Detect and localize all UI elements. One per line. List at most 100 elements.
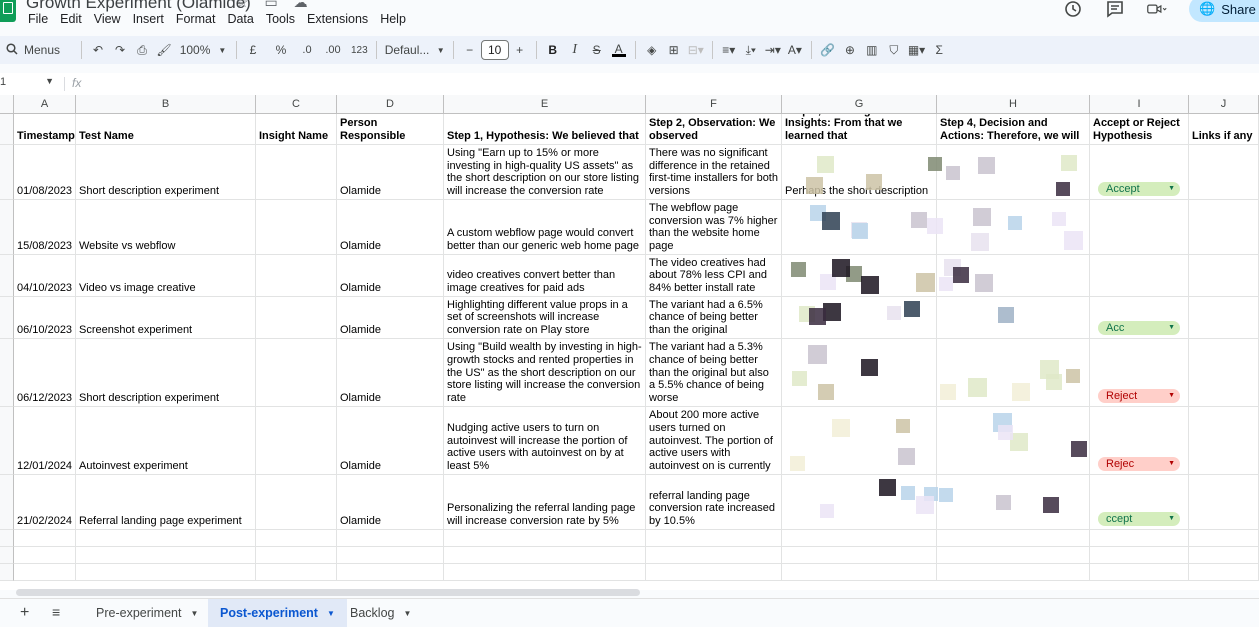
- empty-cell[interactable]: [256, 339, 337, 407]
- text-rotation-icon[interactable]: A▾: [784, 38, 806, 62]
- functions-icon[interactable]: Σ: [928, 38, 950, 62]
- percent-format-button[interactable]: %: [270, 38, 292, 62]
- empty-cell[interactable]: [1189, 297, 1259, 339]
- font-size-input[interactable]: 10: [480, 40, 509, 60]
- header-cell-decision[interactable]: Step 4, Decision and Actions: Therefore,…: [937, 114, 1090, 145]
- header-cell-hypothesis[interactable]: Step 1, Hypothesis: We believed that: [444, 114, 646, 145]
- row-header[interactable]: [0, 547, 14, 564]
- meet-icon[interactable]: [1147, 0, 1167, 19]
- cell-person[interactable]: Olamide: [337, 145, 444, 200]
- menu-edit[interactable]: Edit: [60, 12, 90, 26]
- cell-timestamp[interactable]: 06/12/2023: [14, 339, 76, 407]
- merge-cells-icon[interactable]: ⊟▾: [685, 38, 707, 62]
- cell-observation[interactable]: The variant had a 6.5% chance of being b…: [646, 297, 782, 339]
- cell-observation[interactable]: The variant had a 5.3% chance of being b…: [646, 339, 782, 407]
- cell-timestamp[interactable]: 06/10/2023: [14, 297, 76, 339]
- header-cell-test-name[interactable]: Test Name: [76, 114, 256, 145]
- cell-test-name[interactable]: Website vs webflow: [76, 200, 256, 255]
- empty-cell[interactable]: [256, 475, 337, 530]
- empty-cell[interactable]: [937, 547, 1090, 564]
- cell-person[interactable]: Olamide: [337, 255, 444, 297]
- status-chip[interactable]: ccept ▼: [1098, 512, 1180, 526]
- cell-person[interactable]: Olamide: [337, 475, 444, 530]
- insert-link-icon[interactable]: 🔗: [817, 38, 839, 62]
- row-header[interactable]: [0, 114, 14, 145]
- empty-cell[interactable]: [444, 547, 646, 564]
- empty-cell[interactable]: [256, 530, 337, 547]
- status-chip[interactable]: Rejec ▼: [1098, 457, 1180, 471]
- share-button[interactable]: 🌐 Share: [1189, 0, 1259, 22]
- row-header[interactable]: [0, 475, 14, 530]
- empty-cell[interactable]: [782, 530, 937, 547]
- empty-cell[interactable]: [14, 564, 76, 581]
- header-cell-links[interactable]: Links if any: [1189, 114, 1259, 145]
- insert-chart-icon[interactable]: ▥: [861, 38, 883, 62]
- status-cell[interactable]: Acc ▼: [1090, 297, 1189, 339]
- tab-post-experiment[interactable]: Post-experiment ▼: [208, 599, 347, 627]
- paint-format-icon[interactable]: 🖌: [153, 38, 175, 62]
- cell-timestamp[interactable]: 12/01/2024: [14, 407, 76, 475]
- empty-cell[interactable]: [256, 255, 337, 297]
- cell-person[interactable]: Olamide: [337, 339, 444, 407]
- status-cell[interactable]: ccept ▼: [1090, 475, 1189, 530]
- row-header[interactable]: [0, 255, 14, 297]
- cell-hypothesis[interactable]: Nudging active users to turn on autoinve…: [444, 407, 646, 475]
- strikethrough-icon[interactable]: S: [586, 38, 608, 62]
- cloud-status-icon[interactable]: ☁: [294, 0, 308, 10]
- empty-cell[interactable]: [1189, 339, 1259, 407]
- empty-cell[interactable]: [646, 564, 782, 581]
- font-select[interactable]: Defaul... ▼: [382, 38, 448, 62]
- empty-cell[interactable]: [1189, 564, 1259, 581]
- empty-cell[interactable]: [646, 530, 782, 547]
- menu-tools[interactable]: Tools: [266, 12, 303, 26]
- cell-decision[interactable]: [937, 475, 1090, 530]
- empty-cell[interactable]: [1189, 255, 1259, 297]
- empty-cell[interactable]: [1189, 200, 1259, 255]
- empty-cell[interactable]: [256, 297, 337, 339]
- increase-font-size-icon[interactable]: +: [509, 38, 531, 62]
- comments-icon[interactable]: [1105, 0, 1125, 19]
- empty-cell[interactable]: [256, 547, 337, 564]
- cell-learnings[interactable]: [782, 475, 937, 530]
- empty-cell[interactable]: [1189, 145, 1259, 200]
- cell-hypothesis[interactable]: Using "Build wealth by investing in high…: [444, 339, 646, 407]
- add-sheet-icon[interactable]: +: [20, 604, 29, 622]
- header-cell-observation[interactable]: Step 2, Observation: We observed: [646, 114, 782, 145]
- cell-test-name[interactable]: Screenshot experiment: [76, 297, 256, 339]
- column-header-e[interactable]: E: [444, 95, 646, 114]
- menu-extensions[interactable]: Extensions: [307, 12, 376, 26]
- column-header-d[interactable]: D: [337, 95, 444, 114]
- horizontal-align-icon[interactable]: ≡▾: [718, 38, 740, 62]
- empty-cell[interactable]: [782, 547, 937, 564]
- decrease-decimal-button[interactable]: .0: [296, 38, 318, 62]
- redo-icon[interactable]: ↷: [109, 38, 131, 62]
- text-wrapping-icon[interactable]: ⇥▾: [762, 38, 784, 62]
- column-header-i[interactable]: I: [1090, 95, 1189, 114]
- empty-cell[interactable]: [937, 564, 1090, 581]
- status-cell[interactable]: Accept ▼: [1090, 145, 1189, 200]
- tab-backlog[interactable]: Backlog ▼: [338, 599, 423, 627]
- empty-cell[interactable]: [1090, 547, 1189, 564]
- status-chip[interactable]: Accept ▼: [1098, 182, 1180, 196]
- cell-test-name[interactable]: Referral landing page experiment: [76, 475, 256, 530]
- cell-test-name[interactable]: Short description experiment: [76, 339, 256, 407]
- empty-cell[interactable]: [14, 547, 76, 564]
- undo-icon[interactable]: ↶: [87, 38, 109, 62]
- header-cell-insight-name[interactable]: Insight Name: [256, 114, 337, 145]
- text-color-button[interactable]: A: [608, 38, 630, 62]
- sheets-logo-icon[interactable]: [0, 0, 16, 22]
- status-cell[interactable]: [1090, 255, 1189, 297]
- header-cell-learnings[interactable]: Step 3, Learnings and Insights: From tha…: [782, 114, 937, 145]
- menu-format[interactable]: Format: [176, 12, 224, 26]
- decrease-font-size-icon[interactable]: −: [459, 38, 481, 62]
- cell-hypothesis[interactable]: Personalizing the referral landing page …: [444, 475, 646, 530]
- row-header[interactable]: [0, 200, 14, 255]
- column-header-g[interactable]: G: [782, 95, 937, 114]
- row-header[interactable]: [0, 145, 14, 200]
- filter-icon[interactable]: ⛉: [883, 38, 905, 62]
- cell-person[interactable]: Olamide: [337, 200, 444, 255]
- cell-test-name[interactable]: Short description experiment: [76, 145, 256, 200]
- cell-hypothesis[interactable]: Using "Earn up to 15% or more investing …: [444, 145, 646, 200]
- italic-button[interactable]: I: [564, 38, 586, 62]
- bold-button[interactable]: B: [542, 38, 564, 62]
